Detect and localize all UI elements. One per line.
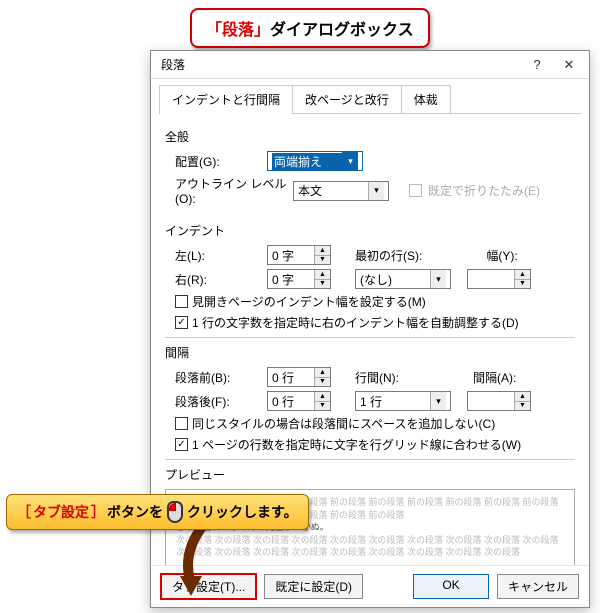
- spinner-buttons[interactable]: ▲▼: [314, 392, 330, 410]
- spinner-indent-right[interactable]: 0 字 ▲▼: [267, 269, 331, 289]
- tab-strip: インデントと行間隔 改ページと改行 体裁: [159, 85, 581, 114]
- label-grid-align: 1 ページの行数を指定時に文字を行グリッド線に合わせる(W): [192, 436, 521, 453]
- callout-word: 段落: [222, 22, 254, 39]
- mouse-icon: [167, 501, 183, 523]
- callout-quote-close: 」: [254, 22, 270, 39]
- callout-bracket-close: ］: [91, 502, 105, 522]
- label-space-after: 段落後(F):: [175, 393, 261, 410]
- spinner-buttons[interactable]: ▲▼: [514, 392, 530, 410]
- spinner-space-before[interactable]: 0 行 ▲▼: [267, 367, 331, 387]
- chevron-down-icon: ▾: [342, 152, 358, 170]
- callout-end: クリックします。: [187, 502, 298, 522]
- select-outline[interactable]: 本文 ▾: [293, 181, 389, 201]
- chevron-down-icon: ▾: [430, 392, 446, 410]
- label-indent-left: 左(L):: [175, 247, 261, 264]
- callout-dialog-title: 「段落」ダイアログボックス: [190, 8, 430, 48]
- tab-settings-button[interactable]: タブ設定(T)...: [161, 574, 256, 599]
- callout-mid: ボタンを: [107, 502, 163, 522]
- spinner-space-before-value: 0 行: [272, 369, 314, 386]
- label-width: 幅(Y):: [486, 247, 517, 264]
- callout-word: タブ設定: [33, 502, 89, 522]
- label-outline: アウトライン レベル(O):: [175, 175, 287, 206]
- tab-indent-spacing[interactable]: インデントと行間隔: [159, 85, 293, 113]
- button-bar: タブ設定(T)... 既定に設定(D) OK キャンセル: [151, 565, 589, 607]
- select-outline-value: 本文: [298, 182, 368, 199]
- select-firstline-value: (なし): [360, 271, 430, 288]
- select-line-height[interactable]: 1 行 ▾: [355, 391, 451, 411]
- checkbox-nospace-same-style[interactable]: [175, 417, 188, 430]
- select-alignment-value: 両端揃え: [272, 153, 342, 170]
- spinner-buttons[interactable]: ▲▼: [314, 270, 330, 288]
- chevron-down-icon: ▾: [368, 182, 384, 200]
- label-nospace-same-style: 同じスタイルの場合は段落間にスペースを追加しない(C): [192, 415, 495, 432]
- help-button[interactable]: ?: [521, 53, 553, 77]
- spinner-buttons[interactable]: ▲▼: [514, 270, 530, 288]
- spinner-indent-left[interactable]: 0 字 ▲▼: [267, 245, 331, 265]
- select-line-height-value: 1 行: [360, 393, 430, 410]
- checkbox-auto-indent[interactable]: ✓: [175, 316, 188, 329]
- titlebar: 段落 ? ✕: [151, 51, 589, 79]
- spinner-amount[interactable]: ▲▼: [467, 391, 531, 411]
- spinner-buttons[interactable]: ▲▼: [314, 246, 330, 264]
- label-space-before: 段落前(B):: [175, 369, 261, 386]
- spinner-space-after[interactable]: 0 行 ▲▼: [267, 391, 331, 411]
- tab-page-break[interactable]: 改ページと改行: [292, 85, 402, 113]
- chevron-down-icon: ▾: [430, 270, 446, 288]
- section-spacing: 間隔: [165, 344, 575, 361]
- label-indent-right: 右(R):: [175, 271, 261, 288]
- callout-rest: ダイアログボックス: [270, 22, 414, 39]
- tab-style[interactable]: 体裁: [401, 85, 451, 113]
- label-amount: 間隔(A):: [473, 369, 516, 386]
- spinner-buttons[interactable]: ▲▼: [314, 368, 330, 386]
- spinner-indent-right-value: 0 字: [272, 271, 314, 288]
- spinner-space-after-value: 0 行: [272, 393, 314, 410]
- checkbox-fold: [409, 184, 422, 197]
- label-auto-indent: 1 行の文字数を指定時に右のインデント幅を自動調整する(D): [192, 314, 519, 331]
- preview-nextpara: 次の段落 次の段落 次の段落 次の段落 次の段落 次の段落 次の段落 次の段落 …: [176, 534, 564, 559]
- select-alignment[interactable]: 両端揃え ▾: [267, 151, 363, 171]
- section-preview: プレビュー: [165, 466, 575, 483]
- label-firstline: 最初の行(S):: [355, 247, 422, 264]
- ok-button[interactable]: OK: [413, 574, 489, 599]
- separator: [165, 459, 575, 460]
- spinner-indent-left-value: 0 字: [272, 247, 314, 264]
- label-fold: 既定で折りたたみ(E): [428, 182, 540, 199]
- callout-bracket-open: ［: [17, 502, 31, 522]
- checkbox-mirror-indent[interactable]: [175, 295, 188, 308]
- set-default-button[interactable]: 既定に設定(D): [264, 574, 363, 599]
- callout-quote-open: 「: [206, 22, 222, 39]
- spinner-width[interactable]: ▲▼: [467, 269, 531, 289]
- dialog-title: 段落: [161, 56, 521, 73]
- label-mirror-indent: 見開きページのインデント幅を設定する(M): [192, 293, 426, 310]
- cancel-button[interactable]: キャンセル: [497, 574, 579, 599]
- callout-click-instruction: ［タブ設定］ ボタンを クリックします。: [6, 494, 309, 530]
- section-general: 全般: [165, 128, 575, 145]
- select-firstline[interactable]: (なし) ▾: [355, 269, 451, 289]
- checkbox-grid-align[interactable]: ✓: [175, 438, 188, 451]
- separator: [165, 337, 575, 338]
- label-alignment: 配置(G):: [175, 153, 261, 170]
- label-line-height: 行間(N):: [355, 369, 399, 386]
- close-button[interactable]: ✕: [553, 53, 585, 77]
- section-indent: インデント: [165, 222, 575, 239]
